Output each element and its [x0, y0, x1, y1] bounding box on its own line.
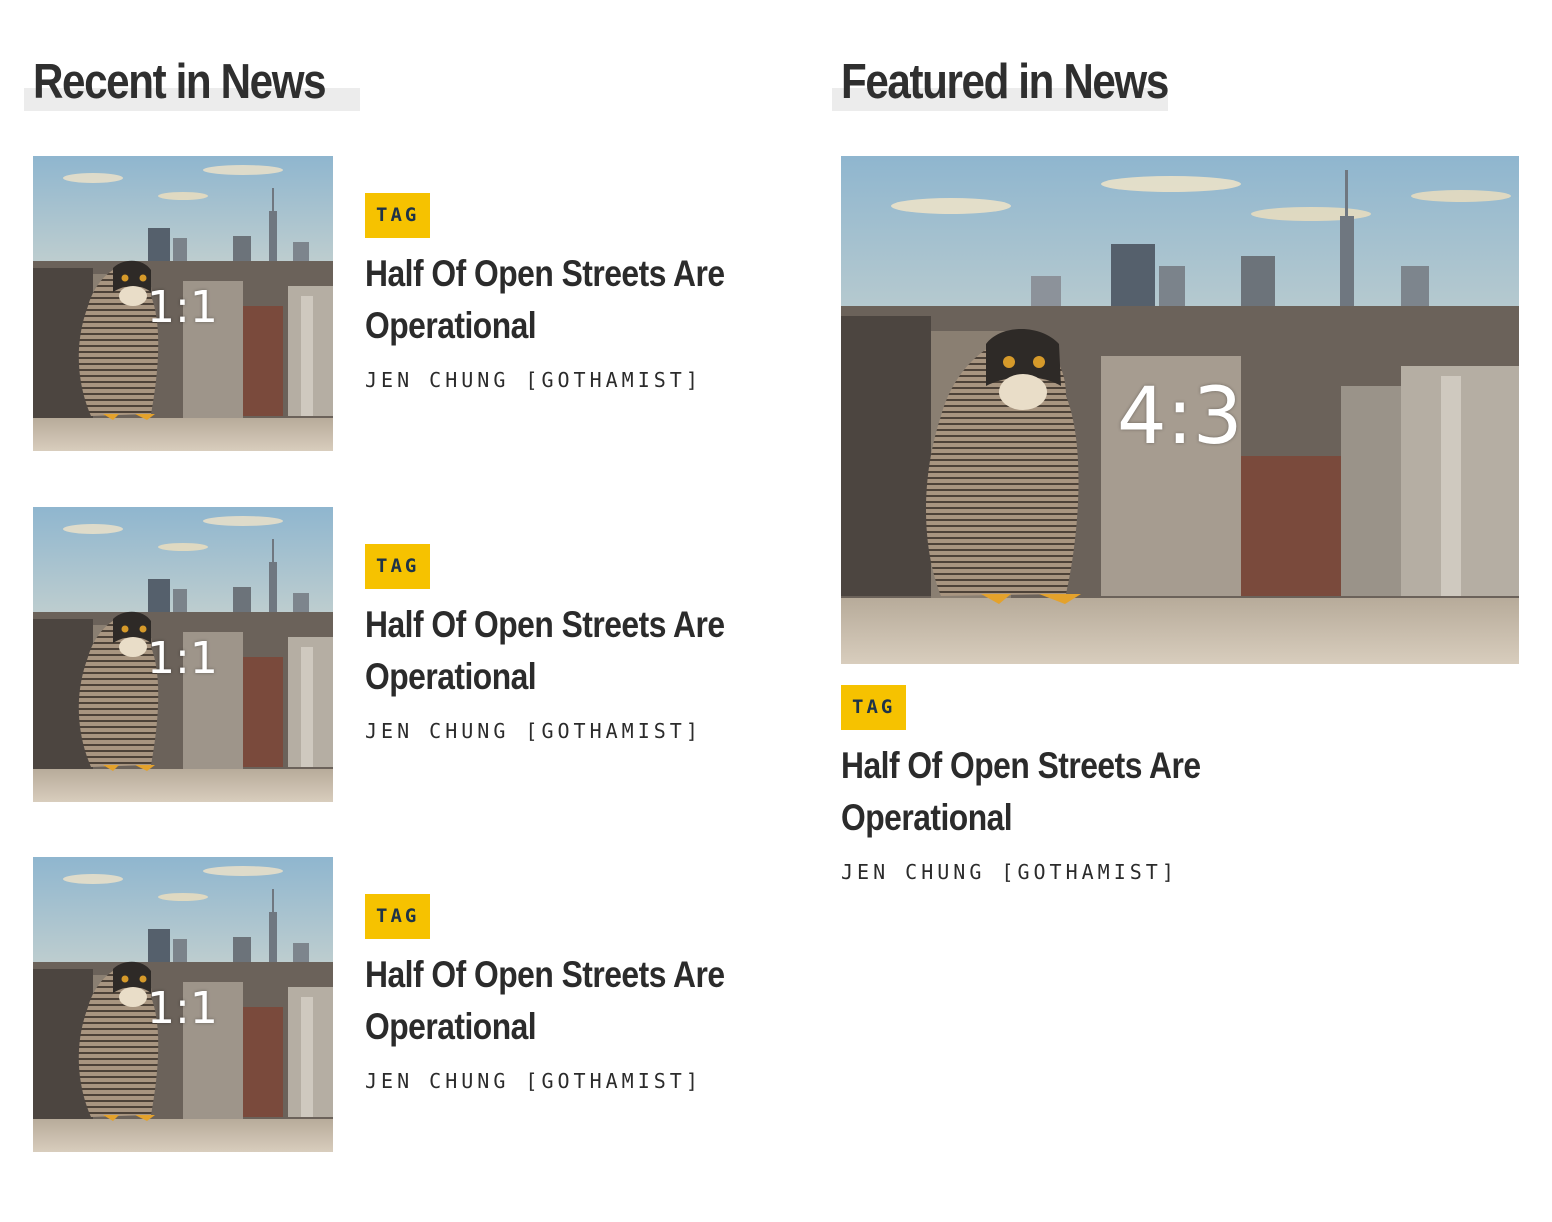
article-headline[interactable]: Half Of Open Streets Are Operational	[365, 599, 743, 703]
article-headline[interactable]: Half Of Open Streets Are Operational	[365, 949, 743, 1053]
recent-article-card[interactable]: 1:1 TAG Half Of Open Streets Are Operati…	[33, 156, 753, 452]
tag-badge[interactable]: TAG	[841, 685, 907, 730]
article-text: TAG Half Of Open Streets Are Operational…	[365, 544, 745, 743]
article-byline: JEN CHUNG [GOTHAMIST]	[365, 1069, 702, 1093]
article-thumbnail[interactable]: 1:1	[33, 156, 333, 451]
aspect-ratio-label: 1:1	[147, 633, 218, 684]
recent-in-news-heading: Recent in News	[33, 55, 327, 109]
featured-byline: JEN CHUNG [GOTHAMIST]	[841, 860, 1178, 884]
article-thumbnail[interactable]: 1:1	[33, 507, 333, 802]
featured-article-text: TAG Half Of Open Streets Are Operational…	[841, 685, 1261, 884]
recent-article-card[interactable]: 1:1 TAG Half Of Open Streets Are Operati…	[33, 507, 753, 803]
featured-headline[interactable]: Half Of Open Streets Are Operational	[841, 740, 1219, 844]
featured-image[interactable]: 4:3	[841, 156, 1519, 664]
recent-article-card[interactable]: 1:1 TAG Half Of Open Streets Are Operati…	[33, 857, 753, 1153]
tag-badge[interactable]: TAG	[365, 544, 431, 589]
article-text: TAG Half Of Open Streets Are Operational…	[365, 894, 745, 1093]
article-headline[interactable]: Half Of Open Streets Are Operational	[365, 248, 743, 352]
article-text: TAG Half Of Open Streets Are Operational…	[365, 193, 745, 392]
featured-article-card[interactable]: 4:3 TAG Half Of Open Streets Are Operati…	[841, 156, 1521, 884]
aspect-ratio-label: 1:1	[147, 983, 218, 1034]
tag-badge[interactable]: TAG	[365, 894, 431, 939]
tag-badge[interactable]: TAG	[365, 193, 431, 238]
article-byline: JEN CHUNG [GOTHAMIST]	[365, 719, 702, 743]
article-thumbnail[interactable]: 1:1	[33, 857, 333, 1152]
aspect-ratio-label: 4:3	[1117, 372, 1243, 462]
article-byline: JEN CHUNG [GOTHAMIST]	[365, 368, 702, 392]
featured-in-news-heading: Featured in News	[841, 55, 1169, 109]
aspect-ratio-label: 1:1	[147, 282, 218, 333]
